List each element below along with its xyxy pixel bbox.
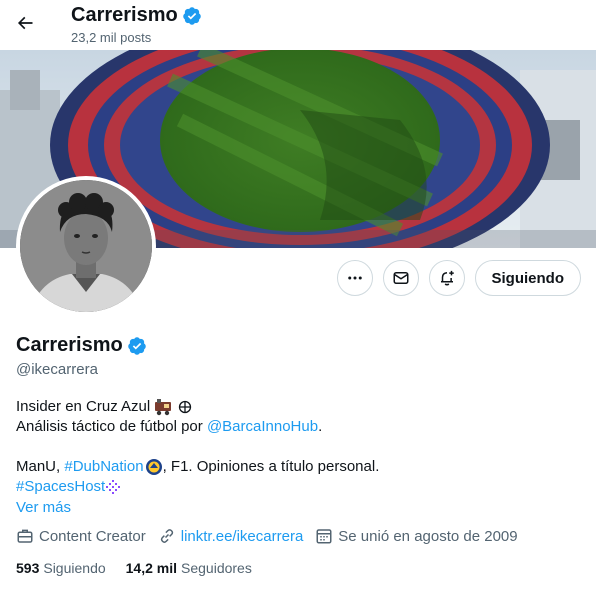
following-stat[interactable]: 593 Siguiendo bbox=[16, 560, 106, 576]
envelope-icon bbox=[393, 272, 408, 284]
bio-line-3: ManU, #DubNation , F1. Opiniones a títul… bbox=[16, 457, 576, 477]
train-emoji-icon bbox=[155, 399, 172, 416]
more-icon bbox=[347, 276, 362, 280]
show-more-link[interactable]: Ver más bbox=[16, 499, 71, 516]
verified-badge-icon[interactable] bbox=[127, 336, 147, 356]
profile-header: Carrerismo 23,2 mil posts bbox=[0, 0, 596, 50]
more-button[interactable] bbox=[336, 260, 373, 296]
bio-text: , F1. Opiniones a título personal. bbox=[162, 458, 380, 475]
verified-badge-icon bbox=[182, 6, 201, 25]
briefcase-icon bbox=[17, 529, 33, 543]
profile-bio: Insider en Cruz Azul Análisis táctico de… bbox=[16, 397, 576, 497]
warriors-logo-icon bbox=[145, 459, 162, 475]
following-label: Siguiendo bbox=[43, 560, 106, 576]
bio-blank-line bbox=[16, 437, 576, 457]
crosshair-symbol-icon bbox=[179, 400, 192, 414]
bio-line-4: #SpacesHost bbox=[16, 477, 576, 497]
website-link[interactable]: linktr.ee/ikecarrera bbox=[181, 528, 304, 545]
bell-plus-icon bbox=[440, 270, 454, 286]
bio-line-1: Insider en Cruz Azul bbox=[16, 397, 576, 417]
following-button[interactable]: Siguiendo bbox=[474, 260, 581, 296]
message-button[interactable] bbox=[382, 260, 419, 296]
website-item: linktr.ee/ikecarrera bbox=[158, 527, 304, 545]
avatar-photo bbox=[20, 180, 152, 312]
bio-text: . bbox=[318, 418, 323, 435]
profile-name: Carrerismo bbox=[16, 334, 123, 356]
bio-line-2: Análisis táctico de fútbol por @BarcaInn… bbox=[16, 417, 576, 437]
profile-meta: Content Creator linktr.ee/ikecarrera Se … bbox=[16, 527, 518, 545]
profile-stats: 593 Siguiendo 14,2 mil Seguidores bbox=[16, 560, 252, 576]
joined-item: Se unió en agosto de 2009 bbox=[315, 527, 518, 545]
followers-count: 14,2 mil bbox=[125, 560, 178, 576]
mention-link[interactable]: @BarcaInnoHub bbox=[207, 417, 318, 437]
profile-handle: @ikecarrera bbox=[16, 361, 98, 378]
avatar[interactable] bbox=[16, 176, 156, 316]
back-button[interactable] bbox=[8, 6, 42, 40]
header-post-count: 23,2 mil posts bbox=[71, 30, 152, 45]
followers-stat[interactable]: 14,2 mil Seguidores bbox=[126, 560, 252, 576]
profile-actions: Siguiendo bbox=[336, 260, 581, 296]
bio-text: Insider en Cruz Azul bbox=[16, 398, 151, 415]
category-item: Content Creator bbox=[16, 527, 146, 545]
header-name: Carrerismo bbox=[71, 4, 178, 26]
category-label: Content Creator bbox=[39, 527, 146, 545]
profile-name-row: Carrerismo bbox=[16, 334, 147, 357]
bio-text: ManU, bbox=[16, 458, 65, 475]
link-icon bbox=[160, 529, 173, 543]
following-count: 593 bbox=[16, 560, 40, 576]
spaces-sparkle-icon bbox=[106, 480, 121, 494]
arrow-left-icon bbox=[17, 16, 33, 30]
hashtag-link[interactable]: #DubNation bbox=[64, 457, 143, 477]
calendar-icon bbox=[316, 529, 332, 544]
hashtag-link[interactable]: #SpacesHost bbox=[16, 477, 105, 497]
header-title: Carrerismo bbox=[71, 4, 202, 27]
followers-label: Seguidores bbox=[181, 560, 252, 576]
notifications-button[interactable] bbox=[428, 260, 465, 296]
joined-date: Se unió en agosto de 2009 bbox=[338, 527, 518, 545]
bio-text: Análisis táctico de fútbol por bbox=[16, 418, 207, 435]
